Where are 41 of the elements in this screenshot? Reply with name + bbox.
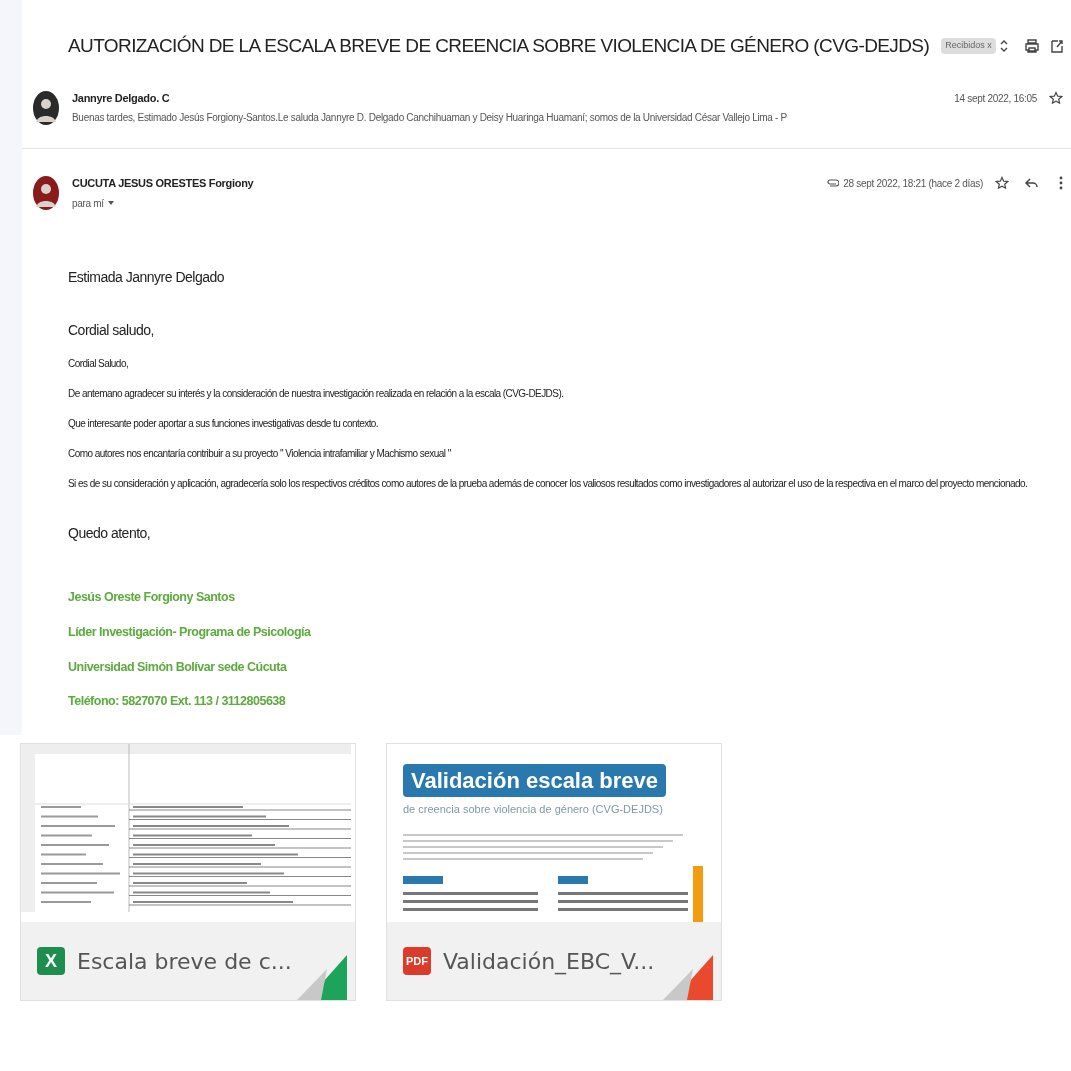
message-snippet: Buenas tardes, Estimado Jesús Forgiony-Santos.Le saluda Jannyre D. Delgado Canchihuaman y Deisy Huaringa Huamaní; somos de la Universidad César Vallejo Lima - P xyxy=(72,110,788,125)
star-icon[interactable] xyxy=(995,176,1009,191)
more-options-icon[interactable] xyxy=(1059,176,1063,191)
avatar-icon xyxy=(32,90,60,126)
attachment-name: Validación_EBC_V... xyxy=(443,947,655,977)
external-window-icon[interactable] xyxy=(1051,39,1063,53)
message-date: 28 sept 2022, 18:21 (hace 2 días) xyxy=(843,176,983,191)
attachment-name: Escala breve de c... xyxy=(77,947,292,976)
sender-name: Jannyre Delgado. C xyxy=(72,91,170,106)
reply-icon[interactable] xyxy=(1025,177,1039,190)
caret-icon[interactable] xyxy=(107,201,114,205)
avatar-icon xyxy=(32,175,60,211)
label-chip[interactable]: Recibidos x xyxy=(941,38,996,54)
email-paragraph: De antemano agradecer su interés y la consideración de nuestra investigación realizada en relación a la escala (CVG-DEJDS). xyxy=(68,387,565,401)
email-paragraph: Si es de su consideración y aplicación, agradecería solo los respectivos créditos como autores de la prueba además de conocer los valiosos resultados como investigadores al autorizar el uso de la respectiva en el marco del proyecto mencionado. xyxy=(68,477,1029,491)
email-paragraph: Quedo atento, xyxy=(68,524,152,543)
print-icon[interactable] xyxy=(1025,39,1039,53)
signature-line: Líder Investigación- Programa de Psicología xyxy=(68,623,312,641)
attachment-card[interactable]: X Escala breve de c... xyxy=(20,743,356,1001)
star-icon[interactable] xyxy=(1049,91,1063,106)
email-paragraph: Cordial Saludo, xyxy=(68,357,130,371)
document-subtitle: de creencia sobre violencia de género (CVG-DEJDS) xyxy=(403,802,664,817)
sender-name: CUCUTA JESUS ORESTES Forgiony xyxy=(72,176,254,191)
message-date: 14 sept 2022, 16:05 xyxy=(954,91,1037,106)
signature-line: Universidad Simón Bolívar sede Cúcuta xyxy=(68,658,288,676)
signature-line: Teléfono: 5827070 Ext. 113 / 3112805638 xyxy=(68,693,287,711)
document-title: Validación escala breve xyxy=(403,764,667,797)
email-paragraph: Como autores nos encantaría contribuir a su proyecto " Violencia intrafamiliar y Machismo sexual " xyxy=(68,447,452,461)
attachment-card[interactable]: Validación escala breve de creencia sobre violencia de género (CVG-DEJDS) PDF Validación_EBC_V... xyxy=(386,743,722,1001)
email-paragraph: Estimada Jannyre Delgado xyxy=(68,268,226,287)
email-paragraph: Que interesante poder aportar a sus funciones investigativas desde tu contexto. xyxy=(68,417,380,431)
signature-line: Jesús Oreste Forgiony Santos xyxy=(68,589,236,606)
recipient-dropdown[interactable]: para mí xyxy=(72,195,104,211)
email-subject: AUTORIZACIÓN DE LA ESCALA BREVE DE CREENCIA SOBRE VIOLENCIA DE GÉNERO (CVG-DEJDS) xyxy=(68,33,930,58)
expand-icon[interactable] xyxy=(999,39,1009,53)
page-corner-icon xyxy=(297,955,347,1000)
file-type-badge: PDF xyxy=(403,947,431,975)
file-type-badge: X xyxy=(37,947,65,975)
attachment-icon xyxy=(827,178,840,189)
page-corner-icon xyxy=(663,955,713,1000)
email-paragraph: Cordial saludo, xyxy=(68,321,155,340)
